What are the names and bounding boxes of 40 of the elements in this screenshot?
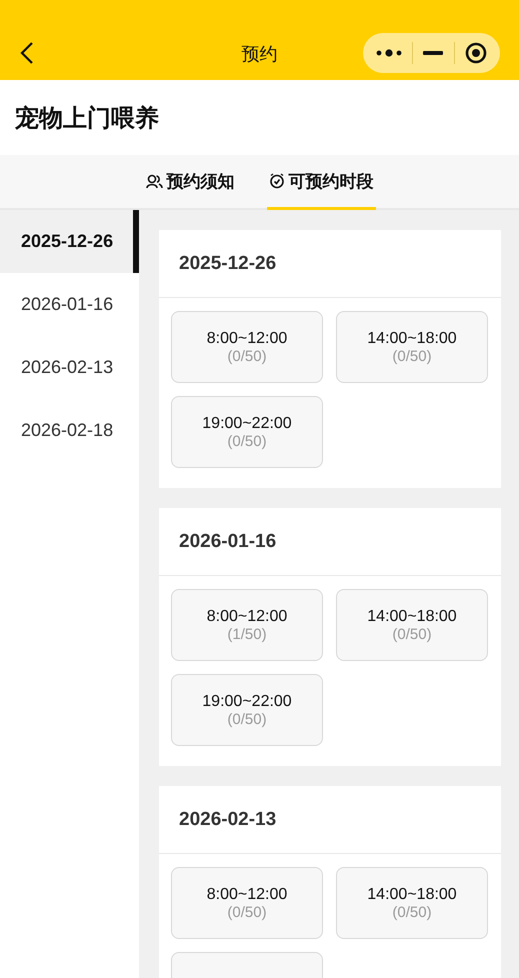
slot-time: 8:00~12:00 — [206, 330, 288, 348]
slot-time: 14:00~18:00 — [367, 330, 457, 348]
time-slot[interactable]: 8:00~12:00 (0/50) — [171, 867, 323, 939]
slot-time: 8:00~12:00 — [206, 608, 288, 626]
slot-count: (1/50) — [227, 626, 267, 642]
date-item[interactable]: 2026-01-16 — [0, 273, 139, 336]
more-icon[interactable] — [376, 48, 402, 58]
time-slot[interactable]: 19:00~22:00 (0/50) — [171, 674, 323, 746]
slot-count: (0/50) — [227, 432, 267, 450]
slot-count: (0/50) — [392, 348, 432, 364]
slot-time: 14:00~18:00 — [367, 886, 457, 904]
slot-count: (0/50) — [392, 904, 432, 920]
back-icon[interactable] — [20, 41, 34, 65]
time-slot[interactable]: 8:00~12:00 (1/50) — [171, 589, 323, 661]
clock-icon — [268, 173, 284, 189]
slot-count: (0/50) — [227, 710, 267, 728]
minimize-icon[interactable] — [423, 51, 444, 55]
slot-count: (0/50) — [227, 904, 267, 920]
slot-count: (0/50) — [392, 626, 432, 642]
slot-time: 8:00~12:00 — [206, 886, 288, 904]
time-slot[interactable]: 19:00~22:00 (0/50) — [171, 396, 323, 468]
date-item[interactable]: 2026-02-18 — [0, 399, 139, 462]
time-slot[interactable]: 8:00~12:00 (0/50) — [171, 311, 323, 383]
slot-time: 19:00~22:00 — [202, 692, 292, 710]
nav-title: 预约 — [240, 43, 278, 66]
day-date: 2026-02-13 — [179, 808, 276, 830]
close-icon[interactable] — [464, 42, 487, 64]
date-item[interactable]: 2026-02-13 — [0, 336, 139, 399]
time-slot[interactable]: 14:00~18:00 (0/50) — [336, 589, 488, 661]
time-slot[interactable]: 14:00~18:00 (0/50) — [336, 867, 488, 939]
day-date: 2026-01-16 — [179, 530, 276, 552]
page-title: 宠物上门喂养 — [15, 104, 159, 134]
date-item[interactable]: 2025-12-26 — [0, 210, 139, 273]
people-icon — [146, 174, 162, 188]
slot-time: 14:00~18:00 — [367, 608, 457, 626]
slot-time: 19:00~22:00 — [202, 414, 292, 432]
tab[interactable]: 预约须知 — [144, 155, 236, 210]
slot-count: (0/50) — [227, 348, 267, 364]
time-slot[interactable]: 14:00~18:00 (0/50) — [336, 311, 488, 383]
day-date: 2025-12-26 — [179, 252, 276, 274]
